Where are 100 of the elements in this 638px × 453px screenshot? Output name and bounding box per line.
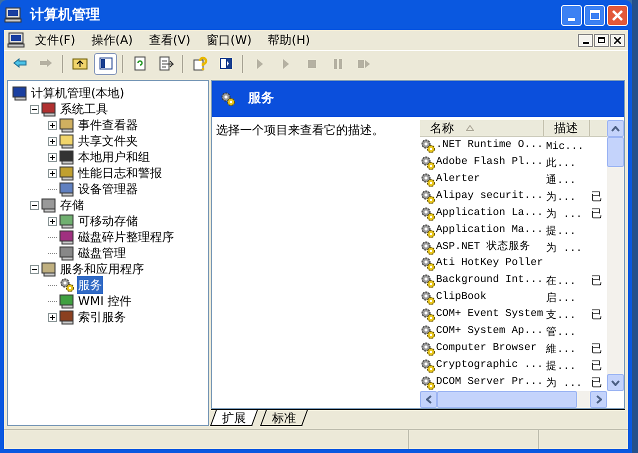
collapse-toggle[interactable] <box>30 264 39 274</box>
menu-item[interactable]: 文件(F) <box>27 30 84 50</box>
tree-item[interactable]: 系统工具 <box>59 100 109 118</box>
close-button[interactable] <box>610 34 625 46</box>
column-header[interactable]: 描述 <box>554 120 578 137</box>
table-cell: 在... <box>546 276 576 288</box>
computer-icon <box>12 86 28 100</box>
service-name[interactable]: DCOM Server Pr... <box>436 374 544 390</box>
tree-item[interactable]: 磁盘碎片整理程序 <box>77 228 175 246</box>
table-cell: 此... <box>546 158 576 170</box>
scroll-thumb[interactable] <box>437 391 577 408</box>
scroll-right-button[interactable] <box>590 391 607 408</box>
gear-icon <box>420 308 436 322</box>
restore-button[interactable] <box>594 34 609 46</box>
pane-icon <box>98 56 114 72</box>
service-name[interactable]: Adobe Flash Pl... <box>436 154 544 170</box>
gear-icon <box>420 376 436 390</box>
table-cell: 已 <box>591 190 602 204</box>
table-cell: 提... <box>546 226 576 238</box>
menu-item[interactable]: 帮助(H) <box>260 30 318 50</box>
toolbar-button[interactable] <box>94 53 117 75</box>
service-name[interactable]: ASP.NET 状态服务 <box>436 240 530 256</box>
gear-icon <box>420 138 436 152</box>
table-cell: Mic... <box>546 140 584 153</box>
tree-item[interactable]: 计算机管理(本地) <box>30 84 126 102</box>
service-name[interactable]: COM+ Event System <box>436 306 544 322</box>
folder-up-icon <box>72 56 88 72</box>
menu-item[interactable]: 窗口(W) <box>198 30 260 50</box>
maximize-button[interactable] <box>584 4 605 26</box>
service-name[interactable]: Application Ma... <box>436 222 544 238</box>
table-cell: 已 <box>591 376 602 390</box>
scroll-down-button[interactable] <box>607 374 624 391</box>
gear-icon <box>420 358 436 372</box>
tree-item[interactable]: WMI 控件 <box>77 292 133 310</box>
column-header[interactable]: 名称 <box>430 120 454 137</box>
expand-toggle[interactable] <box>48 312 57 322</box>
gear-icon <box>220 92 236 106</box>
tree-item[interactable]: 本地用户和组 <box>77 148 151 166</box>
help-icon <box>192 56 208 72</box>
table-cell: 为 ... <box>546 378 582 390</box>
tree-item[interactable]: 服务和应用程序 <box>59 260 145 278</box>
gear-icon <box>420 156 436 170</box>
close-icon <box>614 36 621 44</box>
tree-item[interactable]: 服务 <box>77 276 103 294</box>
collapse-toggle[interactable] <box>30 200 39 210</box>
table-cell: 为 ... <box>546 208 582 221</box>
computer-icon[interactable] <box>7 32 25 48</box>
tab[interactable]: 扩展 <box>210 410 258 426</box>
expand-toggle[interactable] <box>48 152 57 162</box>
tree-item[interactable]: 设备管理器 <box>77 180 139 198</box>
service-name[interactable]: Alerter <box>436 172 480 188</box>
menu-item[interactable]: 查看(V) <box>140 30 198 50</box>
collapse-toggle[interactable] <box>30 104 39 114</box>
tree-item[interactable]: 磁盘管理 <box>77 244 127 262</box>
tree-item[interactable]: 事件查看器 <box>77 116 139 134</box>
service-name[interactable]: Cryptographic ... <box>436 358 544 374</box>
table-cell: 为... <box>546 192 576 204</box>
vertical-scrollbar[interactable] <box>607 120 624 391</box>
scroll-left-button[interactable] <box>420 391 437 408</box>
description-text: 选择一个项目来查看它的描述。 <box>216 123 384 137</box>
gear-icon <box>420 190 436 204</box>
tree-item[interactable]: 共享文件夹 <box>77 132 139 150</box>
tree-item[interactable]: 存储 <box>59 196 85 214</box>
service-name[interactable]: ClipBook <box>436 290 486 306</box>
table-cell: 已 <box>591 207 602 220</box>
export-list-icon <box>158 56 174 72</box>
service-name[interactable]: .NET Runtime O... <box>436 138 544 154</box>
close-icon <box>612 10 623 20</box>
table-cell: 已 <box>591 308 602 322</box>
expand-toggle[interactable] <box>48 136 57 146</box>
service-name[interactable]: Computer Browser <box>436 340 537 356</box>
tree-item[interactable]: 索引服务 <box>77 308 127 326</box>
horizontal-scrollbar[interactable] <box>420 391 607 408</box>
expand-toggle[interactable] <box>48 168 57 178</box>
service-name[interactable]: Ati HotKey Poller <box>436 256 544 272</box>
tree-item[interactable]: 性能日志和警报 <box>77 164 163 182</box>
sort-ascending-icon <box>466 125 474 131</box>
refresh-icon <box>132 56 148 72</box>
service-name[interactable]: Background Int... <box>436 272 544 288</box>
tree-item[interactable]: 可移动存储 <box>77 212 139 230</box>
service-name[interactable]: Application La... <box>436 206 544 222</box>
gear-icon <box>420 206 436 220</box>
gear-icon <box>420 240 436 254</box>
gear-icon <box>420 290 436 304</box>
scroll-up-button[interactable] <box>607 120 624 137</box>
expand-toggle[interactable] <box>48 216 57 226</box>
table-cell: 支... <box>546 310 576 322</box>
minimize-button[interactable] <box>578 34 593 46</box>
menu-item[interactable]: 操作(A) <box>83 30 141 50</box>
gear-icon <box>420 224 436 238</box>
scroll-thumb[interactable] <box>607 137 624 167</box>
expand-toggle[interactable] <box>48 120 57 130</box>
service-name[interactable]: COM+ System Ap... <box>436 324 544 340</box>
tab[interactable]: 标准 <box>260 410 308 426</box>
service-name[interactable]: Alipay securit... <box>436 188 544 204</box>
gear-icon <box>59 278 75 292</box>
pane-icon <box>218 56 234 72</box>
window-title: 计算机管理 <box>30 6 100 24</box>
table-cell: 已 <box>591 274 602 288</box>
table-cell: 启... <box>546 292 576 305</box>
